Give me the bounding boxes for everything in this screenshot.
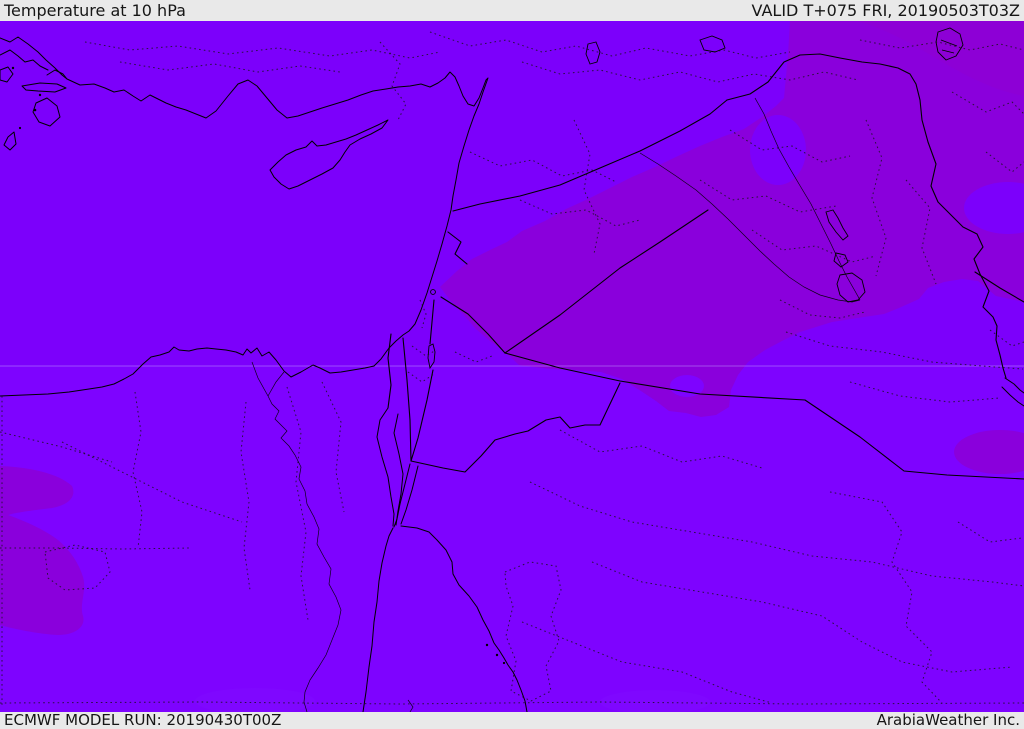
contour-cool-hole-se-turkey bbox=[750, 115, 806, 185]
temperature-map-svg bbox=[0, 21, 1024, 712]
temperature-field bbox=[0, 21, 1024, 712]
valid-time-label: VALID T+075 FRI, 20190503T03Z bbox=[751, 1, 1020, 20]
title-bar: Temperature at 10 hPa VALID T+075 FRI, 2… bbox=[0, 0, 1024, 21]
footer-bar: ECMWF MODEL RUN: 20190430T00Z ArabiaWeat… bbox=[0, 712, 1024, 729]
map-title: Temperature at 10 hPa bbox=[4, 1, 186, 20]
brand-label: ArabiaWeather Inc. bbox=[876, 711, 1020, 729]
field-lower-band bbox=[0, 366, 1024, 712]
model-run-label: ECMWF MODEL RUN: 20190430T00Z bbox=[4, 711, 282, 729]
weather-map bbox=[0, 21, 1024, 712]
